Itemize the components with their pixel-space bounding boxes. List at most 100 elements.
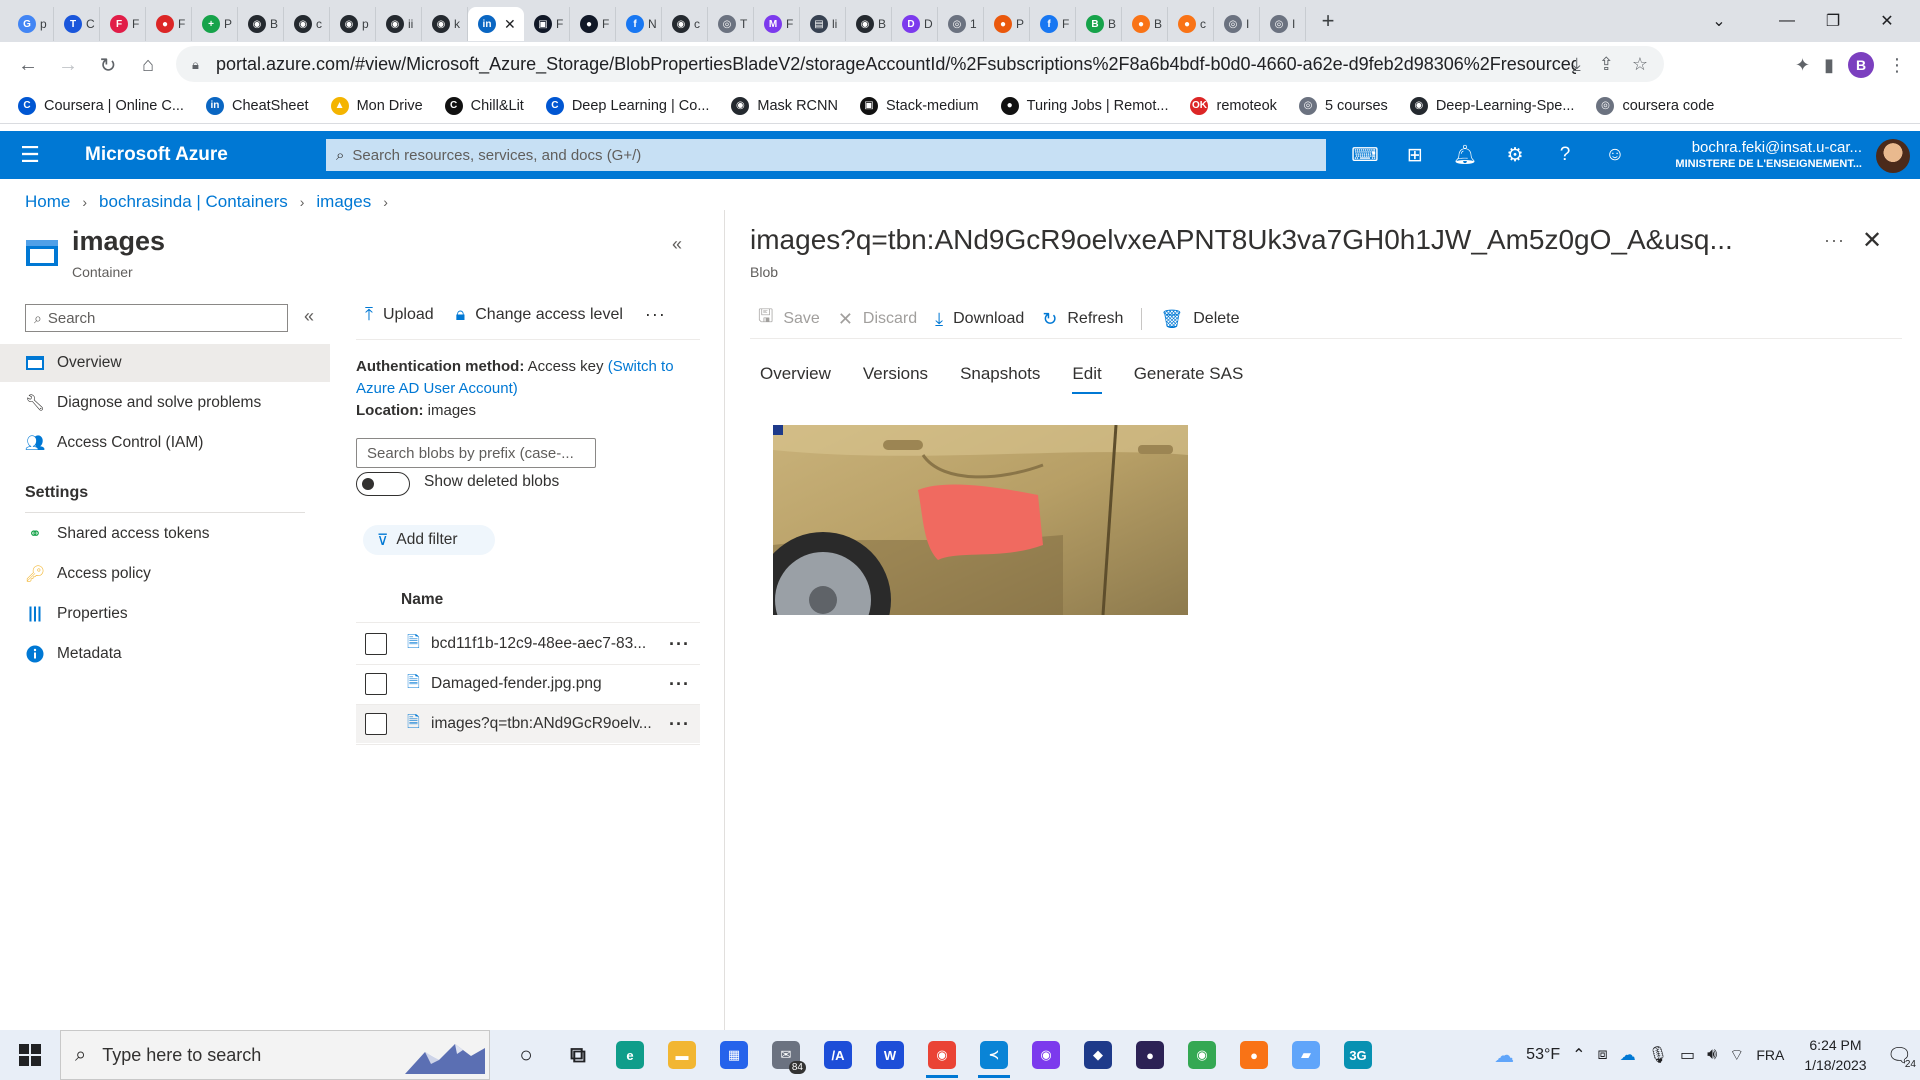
reload-icon[interactable]: ↻ [88, 45, 128, 85]
browser-tab[interactable]: fF [1030, 7, 1076, 41]
browser-tab[interactable]: ◉ p [330, 7, 376, 41]
cloud-shell-icon[interactable]: ⌨ [1350, 144, 1380, 167]
portal-menu-icon[interactable]: ☰ [0, 131, 60, 179]
collapse-blade-icon[interactable]: « [672, 234, 682, 255]
bookmark-star-icon[interactable]: ☆ [1632, 54, 1648, 75]
column-header-name[interactable]: Name [401, 591, 443, 609]
row-more-icon[interactable]: ··· [669, 674, 690, 695]
global-search-input[interactable]: ⌕ Search resources, services, and docs (… [326, 139, 1326, 171]
browser-tab[interactable]: TC [54, 7, 100, 41]
bookmark-item[interactable]: C Coursera | Online C... [18, 96, 184, 115]
word-icon[interactable]: W [864, 1030, 916, 1080]
browser-tab[interactable]: ◉ B [846, 7, 892, 41]
install-icon[interactable]: ⤓ [1573, 54, 1581, 75]
nav-properties[interactable]: ||| Properties [0, 595, 330, 633]
tab-close-icon[interactable]: ✕ [504, 16, 516, 33]
browser-tab[interactable]: ◎ T [708, 7, 754, 41]
more-options-icon[interactable]: ··· [645, 304, 666, 325]
browser-tab[interactable]: ◉ c [662, 7, 708, 41]
onedrive-icon[interactable]: ☁ [1620, 1045, 1636, 1065]
bookmark-item[interactable]: ◉ Deep-Learning-Spe... [1409, 96, 1574, 115]
close-icon[interactable]: ✕ [1862, 226, 1882, 255]
browser-tab[interactable]: ▣ F [524, 7, 570, 41]
browser-tab[interactable]: DD [892, 7, 938, 41]
browser-tab[interactable]: ▤ li [800, 7, 846, 41]
chrome-icon[interactable]: ◉ [916, 1030, 968, 1080]
browser-tab[interactable]: ● F [146, 7, 192, 41]
discard-button[interactable]: ✕ Discard [838, 309, 917, 330]
browser-tab[interactable]: ◉ ii [376, 7, 422, 41]
breadcrumb-home[interactable]: Home [25, 192, 70, 212]
nav-overview[interactable]: Overview [0, 344, 330, 382]
menu-kebab-icon[interactable]: ⋮ [1888, 55, 1906, 76]
blob-prefix-search-input[interactable]: Search blobs by prefix (case-... [356, 438, 596, 468]
directory-filter-icon[interactable]: ⊞ [1400, 144, 1430, 167]
nav-metadata[interactable]: Metadata [0, 635, 330, 673]
new-tab-icon[interactable]: + [1310, 8, 1346, 34]
blob-name[interactable]: images?q=tbn:ANd9GcR9oelv... [431, 715, 661, 733]
virtualbox-icon[interactable]: ◆ [1072, 1030, 1124, 1080]
language-indicator[interactable]: FRA [1756, 1047, 1784, 1063]
browser-tab[interactable]: ◎ I [1260, 7, 1306, 41]
browser-tab[interactable]: ● c [1168, 7, 1214, 41]
vscode-icon[interactable]: ≺ [968, 1030, 1020, 1080]
app-icon[interactable]: /A [812, 1030, 864, 1080]
blob-row[interactable]: 🗎︎ bcd11f1b-12c9-48ee-aec7-83... ··· [356, 625, 700, 663]
menu-search-input[interactable]: ⌕ Search [25, 304, 288, 332]
browser-tab[interactable]: ◎ I [1214, 7, 1260, 41]
tray-app-icon[interactable]: ⧈ [1598, 1046, 1608, 1064]
blob-name[interactable]: bcd11f1b-12c9-48ee-aec7-83... [431, 635, 661, 653]
collapse-menu-icon[interactable]: « [304, 306, 314, 327]
3g-icon[interactable]: 3G [1332, 1030, 1384, 1080]
feedback-icon[interactable]: ☺ [1600, 144, 1630, 166]
nav-diagnose[interactable]: 🔧︎ Diagnose and solve problems [0, 384, 330, 422]
browser-tab[interactable]: in ✕ [468, 7, 524, 41]
nav-access-policy[interactable]: 🔑︎ Access policy [0, 555, 330, 593]
delete-button[interactable]: 🗑︎ Delete [1160, 309, 1239, 330]
tab-generate-sas[interactable]: Generate SAS [1134, 364, 1244, 394]
minimize-icon[interactable]: — [1764, 0, 1810, 42]
store-icon[interactable]: ▦ [708, 1030, 760, 1080]
bookmark-item[interactable]: ▲ Mon Drive [330, 96, 423, 115]
edge-icon[interactable]: e [604, 1030, 656, 1080]
battery-icon[interactable]: ▭ [1680, 1045, 1695, 1065]
save-button[interactable]: 🖫︎ Save [758, 304, 820, 334]
browser-tab[interactable]: ◎ 1 [938, 7, 984, 41]
bookmark-item[interactable]: ● Turing Jobs | Remot... [1000, 96, 1168, 115]
browser-tab[interactable]: ◉ k [422, 7, 468, 41]
back-icon[interactable]: ← [8, 45, 48, 85]
notifications-icon[interactable]: 🗨︎ 24 [1887, 1043, 1916, 1070]
profile-avatar[interactable]: B [1848, 52, 1874, 78]
bookmark-item[interactable]: C Chill&Lit [444, 96, 524, 115]
browser-tab[interactable]: ● P [984, 7, 1030, 41]
browser-tab[interactable]: Gp [8, 7, 54, 41]
change-access-level-button[interactable]: 🔒︎ Change access level [456, 304, 623, 325]
account-info[interactable]: bochra.feki@insat.u-car... MINISTERE DE … [1675, 139, 1862, 170]
row-more-icon[interactable]: ··· [669, 634, 690, 655]
chevron-up-icon[interactable]: ⌃ [1572, 1045, 1585, 1065]
add-filter-button[interactable]: ⊽ Add filter [363, 525, 495, 555]
browser-tab[interactable]: MF [754, 7, 800, 41]
row-checkbox[interactable] [365, 633, 387, 655]
bookmark-item[interactable]: C Deep Learning | Co... [545, 96, 709, 115]
notifications-bell-icon[interactable]: 🔔︎ [1450, 143, 1480, 167]
address-bar[interactable]: 🔒︎ portal.azure.com/#view/Microsoft_Azur… [176, 46, 1664, 82]
settings-gear-icon[interactable]: ⚙ [1500, 144, 1530, 167]
bookmark-item[interactable]: ◎ coursera code [1596, 96, 1714, 115]
restore-icon[interactable]: ❐ [1810, 0, 1856, 42]
bookmark-item[interactable]: ◉ Mask RCNN [731, 96, 838, 115]
blob-row-selected[interactable]: 🗎︎ images?q=tbn:ANd9GcR9oelv... ··· [356, 705, 700, 743]
cortana-icon[interactable]: ○ [500, 1030, 552, 1080]
breadcrumb-containers[interactable]: bochrasinda | Containers [99, 192, 288, 212]
more-options-icon[interactable]: ··· [1824, 230, 1845, 251]
browser-tab[interactable]: BB [1076, 7, 1122, 41]
chrome-icon[interactable]: ◉ [1176, 1030, 1228, 1080]
microphone-icon[interactable]: 🎙︎ [1648, 1045, 1668, 1065]
row-checkbox[interactable] [365, 713, 387, 735]
wifi-icon[interactable]: ⌔ [1729, 1045, 1744, 1065]
browser-tab[interactable]: ◉ B [238, 7, 284, 41]
tab-snapshots[interactable]: Snapshots [960, 364, 1040, 394]
forward-icon[interactable]: → [48, 45, 88, 85]
weather-cloud-icon[interactable]: ☁ [1494, 1043, 1514, 1068]
share-icon[interactable]: ⇪ [1599, 54, 1614, 75]
